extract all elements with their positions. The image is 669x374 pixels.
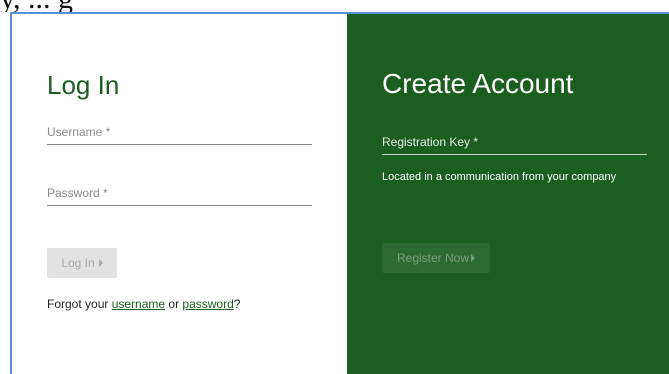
registration-key-input[interactable] bbox=[382, 132, 647, 152]
login-title: Log In bbox=[47, 70, 120, 100]
screenshot-frame: y, ... g Log In Log In Forgot your usern… bbox=[0, 0, 669, 374]
username-input[interactable] bbox=[47, 122, 312, 142]
forgot-password-link[interactable]: password bbox=[182, 297, 233, 311]
caret-right-icon bbox=[471, 254, 476, 262]
register-now-button[interactable]: Register Now bbox=[382, 243, 490, 273]
password-field bbox=[47, 183, 312, 206]
registration-key-help-text: Located in a communication from your com… bbox=[382, 171, 617, 183]
login-panel: Log In Log In Forgot your username or pa… bbox=[12, 14, 347, 374]
login-button[interactable]: Log In bbox=[47, 248, 117, 278]
username-field bbox=[47, 122, 312, 145]
password-input[interactable] bbox=[47, 183, 312, 203]
forgot-middle: or bbox=[165, 297, 183, 311]
login-button-label: Log In bbox=[61, 256, 95, 270]
forgot-username-link[interactable]: username bbox=[112, 297, 165, 311]
create-account-title: Create Account bbox=[382, 68, 574, 99]
registration-key-field bbox=[382, 132, 647, 155]
cropped-heading-text: y, ... g bbox=[0, 0, 73, 12]
forgot-prefix: Forgot your bbox=[47, 297, 112, 311]
register-button-label: Register Now bbox=[396, 251, 470, 265]
forgot-suffix: ? bbox=[233, 297, 241, 311]
create-account-panel: Create Account Located in a communicatio… bbox=[347, 14, 669, 374]
caret-right-icon bbox=[98, 259, 103, 267]
auth-window: Log In Log In Forgot your username or pa… bbox=[10, 12, 669, 374]
forgot-credentials-line: Forgot your username or password? bbox=[47, 297, 240, 311]
cropped-top-text-strip: y, ... g bbox=[0, 0, 669, 12]
